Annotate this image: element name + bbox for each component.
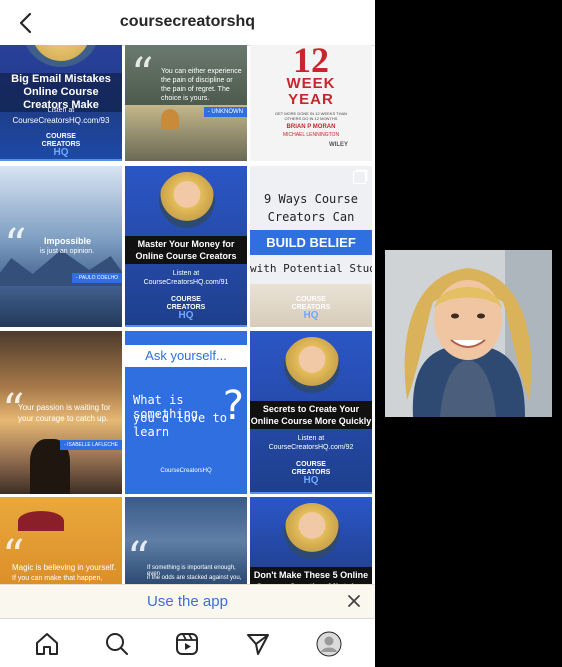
meditating-person: [161, 109, 179, 129]
host-photo: [22, 45, 100, 67]
host-portrait: [385, 250, 552, 417]
post-headline: Master Your Money for Online Course Crea…: [125, 236, 247, 264]
host-photo: [284, 337, 340, 393]
post-line-3: with Potential Students: [250, 262, 372, 275]
book-publisher: WILEY: [329, 142, 348, 148]
post-quote-line1: Impossible: [44, 236, 92, 246]
close-icon[interactable]: [343, 590, 365, 612]
profile-username-title: coursecreatorshq: [119, 13, 256, 30]
post-quote: You can either experience the pain of di…: [161, 68, 242, 102]
post-link: CourseCreatorsHQ.com/93: [12, 116, 110, 125]
bottom-nav: [0, 618, 375, 667]
divider: [125, 325, 247, 327]
post-author: - ISABELLE LAFLECHE: [60, 440, 122, 450]
brand-logo: COURSE CREATORS HQ: [166, 296, 206, 321]
instagram-profile-screen: coursecreatorshq Big Email Mistakes Onli…: [0, 0, 375, 667]
post-quote-line2: if the odds are stacked against you,: [147, 575, 242, 581]
quote-mark-icon: “: [131, 49, 154, 100]
umbrella: [18, 511, 64, 531]
host-photo: [159, 172, 215, 228]
send-icon[interactable]: [245, 631, 271, 657]
post-tile-ask-yourself[interactable]: Ask yourself... What is something you'd …: [125, 331, 247, 494]
post-line-1: 9 Ways Course: [264, 192, 358, 206]
top-bar: coursecreatorshq: [0, 0, 375, 46]
brand-logo: COURSE CREATORS HQ: [291, 296, 331, 321]
home-icon[interactable]: [34, 631, 60, 657]
post-tile-secrets[interactable]: Secrets to Create Your Online Course Mor…: [250, 331, 372, 494]
host-photo: [284, 503, 340, 559]
brand-logo: COURSE CREATORS HQ: [291, 461, 331, 486]
book-subtitle: GET MORE DONE IN 12 WEEKS THAN OTHERS DO…: [274, 111, 348, 121]
book-author-1: BRIAN P MORAN: [286, 124, 336, 130]
post-link: CourseCreatorsHQ.com/91: [143, 279, 229, 286]
post-listen-label: Listen at: [47, 107, 75, 114]
post-tile-build-belief[interactable]: 9 Ways Course Creators Can BUILD BELIEF …: [250, 166, 372, 327]
video-call-thumbnail: [385, 250, 552, 417]
quote-mark-icon: “: [2, 531, 25, 582]
post-quote-line2: your courage to catch up.: [18, 414, 109, 423]
post-quote-line1: Your passion is waiting for: [18, 403, 111, 412]
post-tile-discipline-quote[interactable]: “ You can either experience the pain of …: [125, 45, 247, 161]
post-quote-line2: is just an opinion.: [40, 248, 95, 255]
multi-post-icon: [353, 171, 366, 184]
post-author: - UNKNOWN: [203, 107, 247, 117]
post-link: CourseCreatorsHQ.com/92: [268, 444, 354, 451]
book-word-week: WEEK: [286, 75, 336, 92]
search-icon[interactable]: [104, 631, 130, 657]
post-tile-impossible-quote[interactable]: “ Impossible is just an opinion. - PAULO…: [0, 166, 122, 327]
post-headline: Don't Make These 5 Online Course Creatio…: [250, 567, 372, 584]
book-word-year: YEAR: [288, 91, 334, 108]
post-author: - PAULO COELHO: [71, 273, 122, 283]
post-highlight: BUILD BELIEF: [250, 230, 372, 255]
post-line-2: Creators Can: [267, 210, 355, 224]
brand-footer: CourseCreatorsHQ: [160, 468, 212, 474]
post-tile-passion-quote[interactable]: “ Your passion is waiting for your coura…: [0, 331, 122, 494]
post-listen-label: Listen at: [297, 435, 325, 442]
question-mark-icon: ?: [220, 383, 245, 429]
profile-avatar-icon[interactable]: [316, 631, 342, 657]
post-ask-label: Ask yourself...: [125, 345, 247, 367]
post-tile-12-week-year[interactable]: 12 WEEK YEAR GET MORE DONE IN 12 WEEKS T…: [250, 45, 372, 161]
post-tile-important-quote[interactable]: “ If something is important enough, even…: [125, 497, 247, 584]
post-tile-email-mistakes[interactable]: Big Email Mistakes Online Course Creator…: [0, 45, 122, 161]
divider: [0, 159, 122, 161]
divider: [250, 492, 372, 494]
use-app-link[interactable]: Use the app: [0, 593, 375, 610]
post-quote-line2: If you can make that happen,: [12, 575, 103, 582]
use-app-banner: Use the app: [0, 584, 375, 619]
quote-mark-icon: “: [4, 220, 27, 271]
post-listen-label: Listen at: [172, 270, 200, 277]
post-tile-dont-make-mistakes[interactable]: Don't Make These 5 Online Course Creatio…: [250, 497, 372, 584]
post-tile-master-your-money[interactable]: Master Your Money for Online Course Crea…: [125, 166, 247, 327]
brand-logo: COURSE CREATORS HQ: [41, 133, 81, 158]
post-headline: Secrets to Create Your Online Course Mor…: [250, 401, 372, 429]
book-author-2: MICHAEL LENNINGTON: [282, 132, 340, 138]
reels-icon[interactable]: [174, 631, 200, 657]
post-tile-magic-quote[interactable]: “ Magic is believing in yourself. If you…: [0, 497, 122, 584]
post-quote-line1: Magic is believing in yourself.: [12, 563, 117, 572]
